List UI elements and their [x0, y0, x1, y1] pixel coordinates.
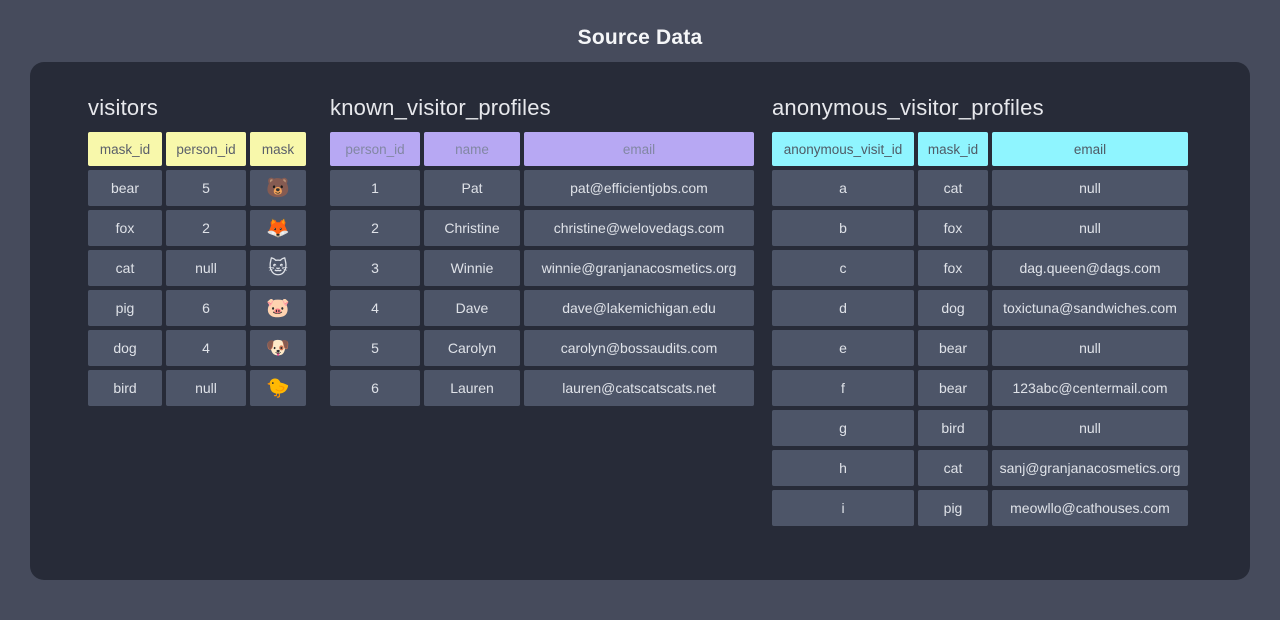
- table-cell: Dave: [424, 290, 520, 326]
- table-cell: d: [772, 290, 914, 326]
- table-cell: pig: [918, 490, 988, 526]
- table-cell: 6: [330, 370, 420, 406]
- table-cell: bear: [918, 330, 988, 366]
- table-title-known-visitor-profiles: known_visitor_profiles: [330, 95, 754, 121]
- mask-emoji-cell: 🐤: [250, 370, 306, 406]
- table-cell: cat: [88, 250, 162, 286]
- table-visitors: mask_idperson_idmaskbear5🐻fox2🦊catnull🐱p…: [88, 132, 306, 406]
- table-cell: carolyn@bossaudits.com: [524, 330, 754, 366]
- table-cell: 4: [166, 330, 246, 366]
- table-cell: null: [166, 370, 246, 406]
- table-cell: christine@welovedags.com: [524, 210, 754, 246]
- table-cell: Lauren: [424, 370, 520, 406]
- table-cell: h: [772, 450, 914, 486]
- table-cell: 4: [330, 290, 420, 326]
- source-data-panel: visitors mask_idperson_idmaskbear5🐻fox2🦊…: [30, 62, 1250, 580]
- column-header: mask_id: [88, 132, 162, 166]
- table-cell: fox: [88, 210, 162, 246]
- table-cell: null: [992, 170, 1188, 206]
- page-title: Source Data: [0, 26, 1280, 50]
- table-cell: winnie@granjanacosmetics.org: [524, 250, 754, 286]
- table-group-known-visitor-profiles: known_visitor_profiles person_idnameemai…: [330, 95, 754, 406]
- column-header: anonymous_visit_id: [772, 132, 914, 166]
- table-cell: lauren@catscatscats.net: [524, 370, 754, 406]
- table-cell: bear: [88, 170, 162, 206]
- table-cell: dog: [88, 330, 162, 366]
- table-cell: 6: [166, 290, 246, 326]
- table-cell: bird: [88, 370, 162, 406]
- column-header: email: [992, 132, 1188, 166]
- table-cell: c: [772, 250, 914, 286]
- mask-emoji-cell: 🐷: [250, 290, 306, 326]
- table-cell: null: [992, 410, 1188, 446]
- table-cell: dag.queen@dags.com: [992, 250, 1188, 286]
- table-cell: dog: [918, 290, 988, 326]
- table-cell: cat: [918, 450, 988, 486]
- table-cell: 2: [330, 210, 420, 246]
- mask-emoji-cell: 🐶: [250, 330, 306, 366]
- table-cell: Pat: [424, 170, 520, 206]
- table-title-visitors: visitors: [88, 95, 306, 121]
- table-known-visitor-profiles: person_idnameemail 1Patpat@efficientjobs.…: [330, 132, 754, 406]
- column-header: mask_id: [918, 132, 988, 166]
- table-cell: f: [772, 370, 914, 406]
- table-cell: null: [992, 210, 1188, 246]
- table-cell: 1: [330, 170, 420, 206]
- mask-emoji-cell: 🐱: [250, 250, 306, 286]
- table-cell: cat: [918, 170, 988, 206]
- column-header: person_id: [330, 132, 420, 166]
- table-cell: toxictuna@sandwiches.com: [992, 290, 1188, 326]
- table-anonymous-visitor-profiles: anonymous_visit_idmask_idemailacatnullbf…: [772, 132, 1188, 526]
- table-cell: bird: [918, 410, 988, 446]
- table-cell: Christine: [424, 210, 520, 246]
- table-cell: e: [772, 330, 914, 366]
- table-cell: dave@lakemichigan.edu: [524, 290, 754, 326]
- table-cell: bear: [918, 370, 988, 406]
- table-cell: 5: [330, 330, 420, 366]
- table-cell: fox: [918, 250, 988, 286]
- column-header: email: [524, 132, 754, 166]
- table-title-anonymous-visitor-profiles: anonymous_visitor_profiles: [772, 95, 1188, 121]
- table-cell: pig: [88, 290, 162, 326]
- table-cell: 5: [166, 170, 246, 206]
- mask-emoji-cell: 🐻: [250, 170, 306, 206]
- table-cell: b: [772, 210, 914, 246]
- table-cell: sanj@granjanacosmetics.org: [992, 450, 1188, 486]
- table-cell: 123abc@centermail.com: [992, 370, 1188, 406]
- column-header: person_id: [166, 132, 246, 166]
- table-cell: Carolyn: [424, 330, 520, 366]
- table-cell: pat@efficientjobs.com: [524, 170, 754, 206]
- table-group-anonymous-visitor-profiles: anonymous_visitor_profiles anonymous_vis…: [772, 95, 1188, 526]
- mask-emoji-cell: 🦊: [250, 210, 306, 246]
- table-cell: fox: [918, 210, 988, 246]
- column-header: name: [424, 132, 520, 166]
- table-cell: meowllo@cathouses.com: [992, 490, 1188, 526]
- table-cell: Winnie: [424, 250, 520, 286]
- table-cell: 2: [166, 210, 246, 246]
- table-cell: a: [772, 170, 914, 206]
- table-cell: null: [992, 330, 1188, 366]
- column-header: mask: [250, 132, 306, 166]
- table-cell: 3: [330, 250, 420, 286]
- table-group-visitors: visitors mask_idperson_idmask bear5🐻 fox2🦊…: [88, 95, 306, 406]
- table-cell: i: [772, 490, 914, 526]
- table-cell: null: [166, 250, 246, 286]
- table-cell: g: [772, 410, 914, 446]
